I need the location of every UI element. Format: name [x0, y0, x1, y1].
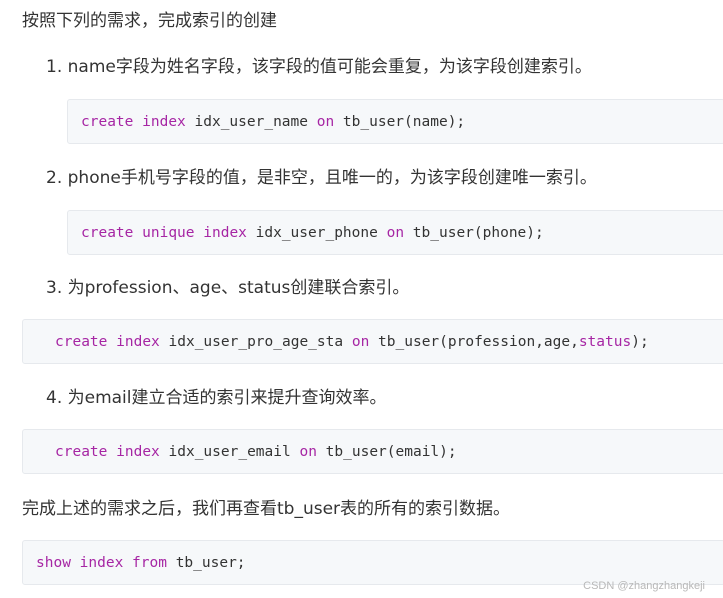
code-text: tb_user(email);	[316, 443, 457, 460]
intro-text: 按照下列的需求，完成索引的创建	[22, 11, 277, 31]
code-keyword: index	[116, 443, 160, 460]
code-keyword: create	[81, 224, 134, 241]
code-keyword: create	[81, 113, 134, 130]
watermark: CSDN @zhangzhangkeji	[583, 580, 705, 592]
code-keyword: unique	[142, 224, 195, 241]
requirement-item-2: 2. phone手机号字段的值，是非空，且唯一的，为该字段创建唯一索引。	[46, 168, 597, 188]
code-block-1: create index idx_user_name on tb_user(na…	[67, 99, 723, 144]
code-text: idx_user_phone	[246, 224, 387, 241]
code-text: );	[631, 333, 649, 350]
code-block-3: create index idx_user_pro_age_sta on tb_…	[22, 319, 723, 364]
outro-text: 完成上述的需求之后，我们再查看tb_user表的所有的索引数据。	[22, 499, 511, 519]
code-keyword: from	[132, 554, 167, 571]
code-keyword: index	[116, 333, 160, 350]
code-block-2: create unique index idx_user_phone on tb…	[67, 210, 723, 255]
code-block-final: show index from tb_user;	[22, 540, 723, 585]
code-text: idx_user_pro_age_sta	[159, 333, 352, 350]
code-text: tb_user(name);	[334, 113, 466, 130]
requirement-item-3: 3. 为profession、age、status创建联合索引。	[46, 278, 410, 298]
code-keyword: status	[578, 333, 632, 350]
code-text: tb_user(profession,age,	[369, 333, 579, 350]
code-text: tb_user;	[166, 554, 246, 571]
code-keyword: create	[55, 333, 108, 350]
code-keyword: show	[36, 554, 71, 571]
requirement-item-1: 1. name字段为姓名字段，该字段的值可能会重复，为该字段创建索引。	[46, 57, 592, 77]
code-keyword: index	[142, 113, 186, 130]
requirement-item-4: 4. 为email建立合适的索引来提升查询效率。	[46, 388, 387, 408]
code-keyword: on	[316, 113, 335, 130]
code-keyword: index	[203, 224, 247, 241]
code-keyword: index	[79, 554, 124, 571]
code-text: tb_user(phone);	[404, 224, 544, 241]
code-text: idx_user_email	[159, 443, 300, 460]
code-keyword: create	[55, 443, 108, 460]
code-keyword: on	[299, 443, 317, 460]
code-text: idx_user_name	[185, 113, 317, 130]
code-keyword: on	[386, 224, 405, 241]
code-keyword: on	[351, 333, 370, 350]
code-block-4: create index idx_user_email on tb_user(e…	[22, 429, 723, 474]
